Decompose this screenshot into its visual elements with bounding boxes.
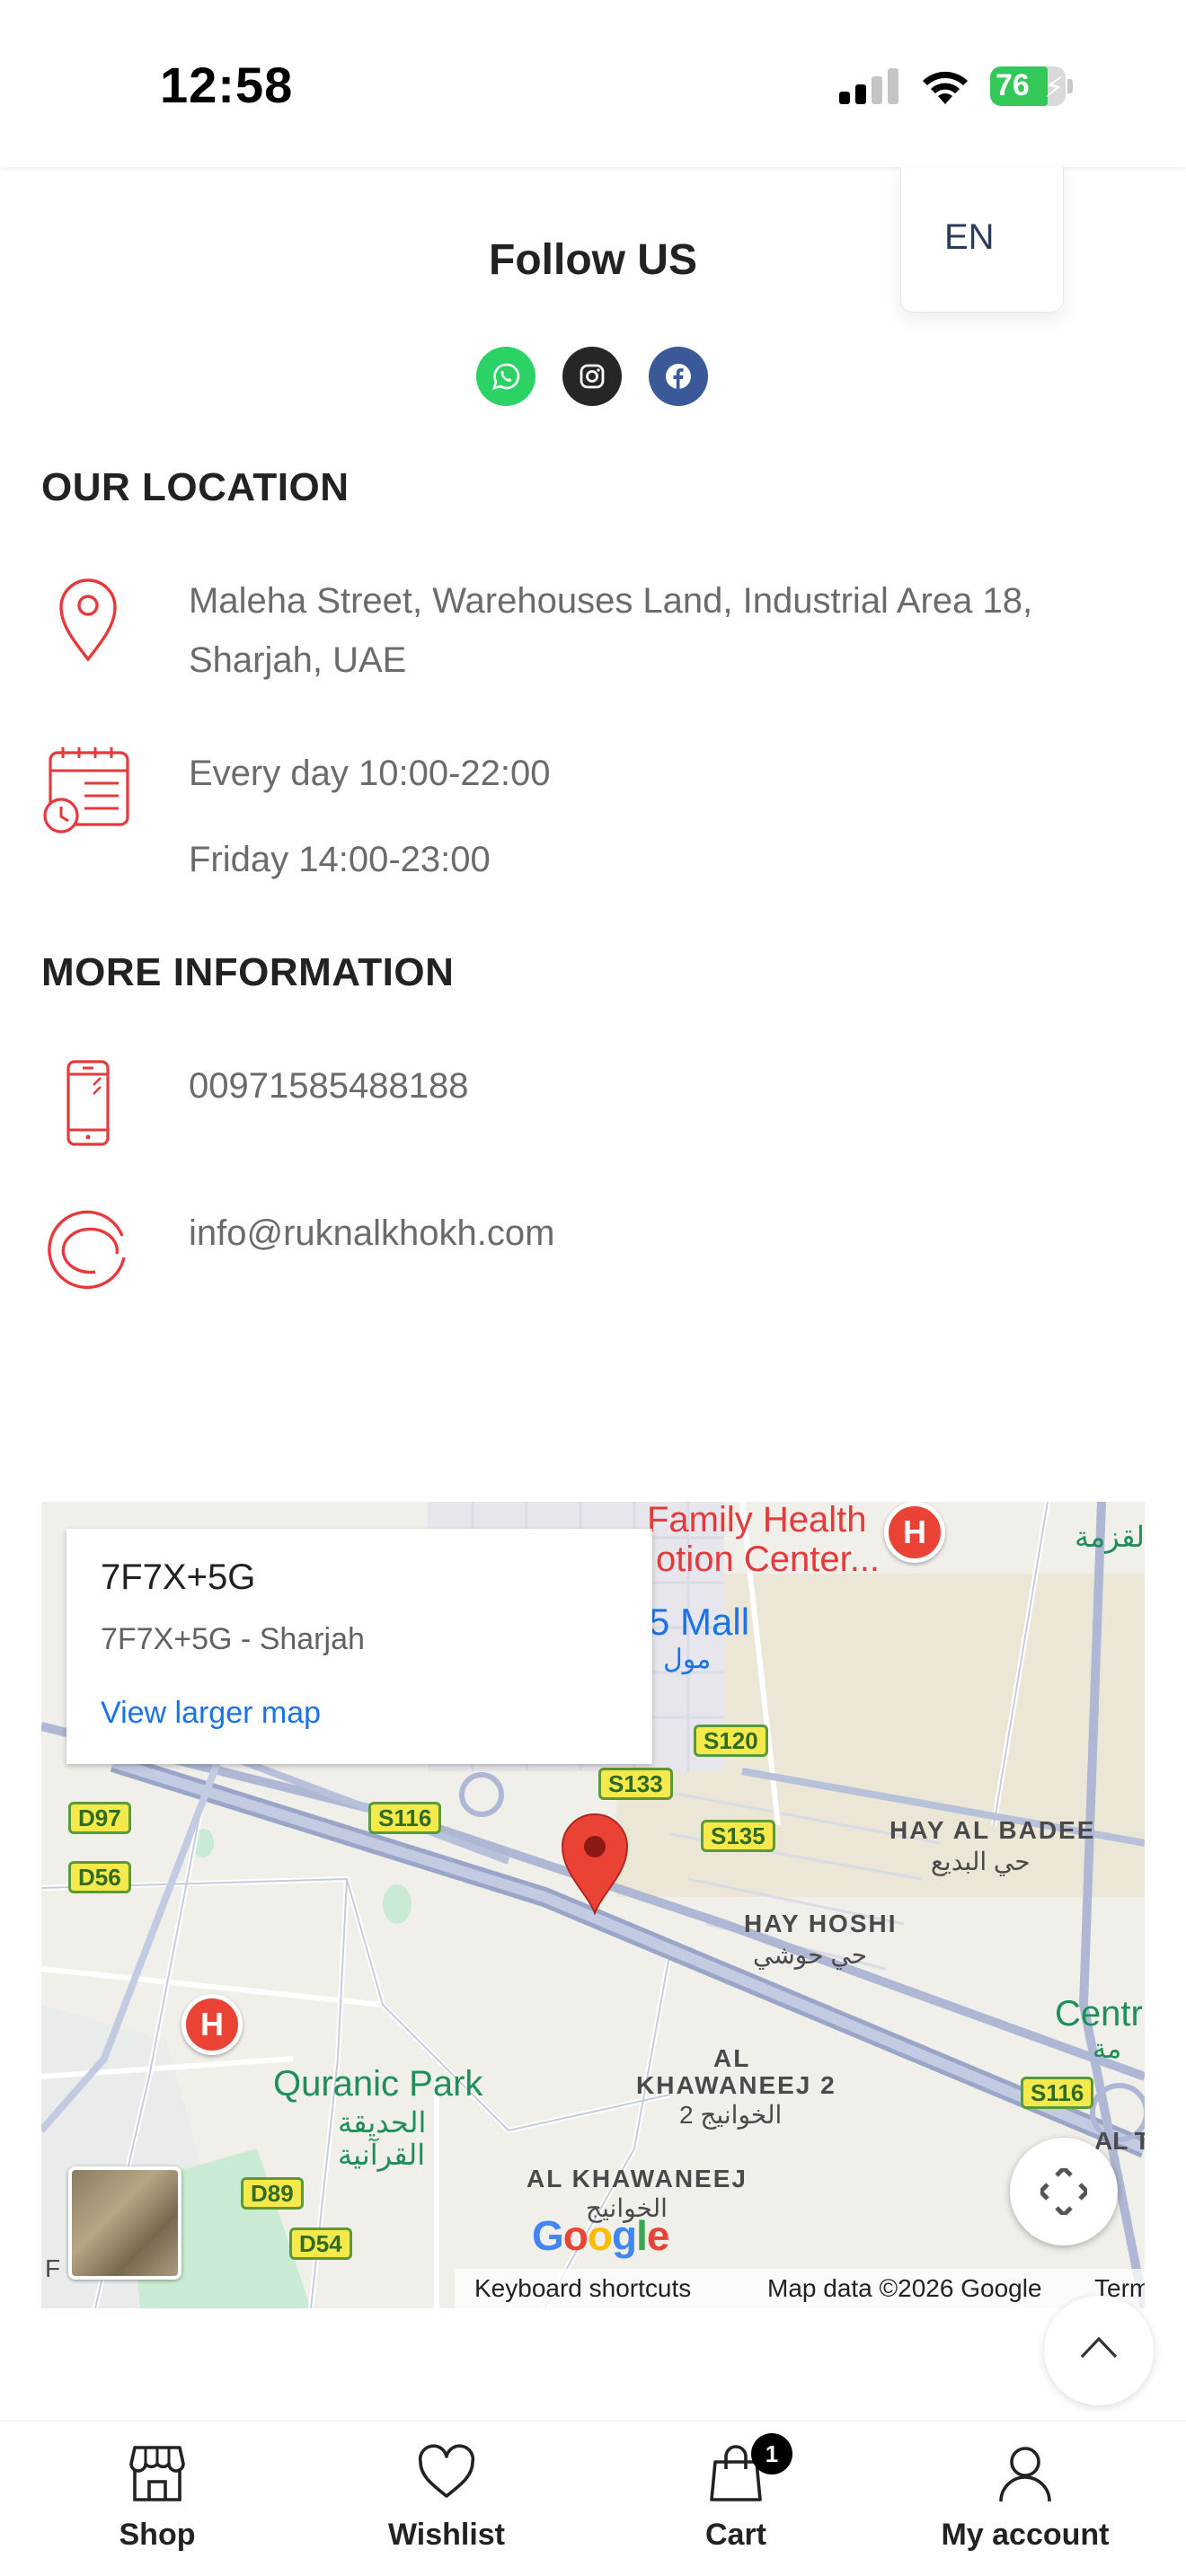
map-card-title: 7F7X+5G — [101, 1557, 256, 1597]
status-bar: 12:58 76 ⚡ — [0, 0, 1186, 167]
status-time: 12:58 — [160, 57, 294, 113]
map-label-centr-ar: مة — [1093, 2034, 1122, 2064]
map-label-family-health-1: Family Health — [647, 1502, 867, 1539]
map-label-quranic-park-ar2: القرآنية — [338, 2139, 426, 2171]
map-label-quranic-park: Quranic Park — [273, 2064, 483, 2104]
google-map[interactable]: Family Health otion Center... H القزمة 5… — [41, 1502, 1145, 2308]
map-footer: Keyboard shortcuts Map data ©2026 Google… — [455, 2269, 1145, 2308]
cellular-signal-icon — [839, 68, 898, 104]
route-shield: D97 — [68, 1802, 131, 1834]
opening-hours-daily: Every day 10:00-22:00 — [189, 754, 551, 793]
map-label-mall-ar: مول — [663, 1645, 712, 1674]
map-label-hay-hoshi: HAY HOSHI — [744, 1910, 898, 1937]
calendar-clock-icon — [43, 747, 129, 834]
google-logo: Google — [532, 2212, 669, 2259]
map-label-al-khawaneej-2-ar: الخوانيج 2 — [679, 2101, 783, 2129]
nav-my-account-label: My account — [941, 2518, 1110, 2552]
nav-cart-label: Cart — [704, 2518, 767, 2552]
language-label: EN — [944, 217, 995, 257]
route-shield: S116 — [368, 1802, 442, 1834]
map-label-hay-hoshi-ar: حي حوشي — [753, 1941, 867, 1969]
map-label-hay-al-badee-ar: حي البديع — [931, 1848, 1031, 1875]
phone-number[interactable]: 00971585488188 — [189, 1056, 468, 1116]
wifi-icon — [923, 71, 968, 104]
map-label-al-khawaneej: AL KHAWANEEJ — [527, 2165, 748, 2192]
instagram-button[interactable] — [562, 347, 622, 406]
scroll-to-top-button[interactable] — [1044, 2296, 1154, 2405]
map-label-mall: 5 Mall — [649, 1601, 750, 1643]
nav-my-account[interactable]: My account — [877, 2421, 1173, 2576]
map-label-al-khawaneej-2-b: KHAWANEEJ 2 — [636, 2071, 836, 2099]
facebook-button[interactable] — [649, 347, 708, 406]
satellite-toggle[interactable] — [68, 2166, 181, 2280]
fullscreen-button[interactable] — [1010, 2138, 1118, 2245]
battery-percent: 76 — [996, 68, 1030, 102]
route-shield: D54 — [289, 2228, 352, 2260]
map-label-edge-f: F — [45, 2254, 61, 2282]
route-shield: S133 — [598, 1768, 673, 1800]
route-shield: S116 — [1021, 2077, 1094, 2109]
map-card-subtitle: 7F7X+5G - Sharjah — [101, 1622, 365, 1656]
map-label-al-t: AL T — [1094, 2127, 1145, 2155]
route-shield: S135 — [701, 1820, 775, 1852]
email-address[interactable]: info@ruknalkhokh.com — [189, 1204, 554, 1263]
phone-icon — [66, 1060, 110, 1146]
map-label-centr: Centr — [1055, 1994, 1143, 2033]
bottom-navigation: Shop Wishlist 1 Cart My account — [0, 2420, 1186, 2576]
whatsapp-button[interactable] — [476, 347, 535, 406]
nav-cart[interactable]: 1 Cart — [588, 2421, 884, 2576]
hospital-marker-icon[interactable]: H — [181, 1994, 243, 2055]
fullscreen-icon — [1040, 2168, 1087, 2215]
facebook-icon — [666, 364, 691, 389]
more-information-title: MORE INFORMATION — [41, 950, 455, 994]
our-location-title: OUR LOCATION — [41, 465, 350, 509]
location-marker-icon[interactable] — [557, 1811, 633, 1915]
map-info-card: 7F7X+5G 7F7X+5G - Sharjah View larger ma… — [66, 1529, 652, 1764]
opening-hours-friday: Friday 14:00-23:00 — [189, 840, 491, 879]
route-shield: S120 — [694, 1725, 768, 1757]
nav-wishlist[interactable]: Wishlist — [298, 2421, 595, 2576]
at-sign-icon — [48, 1210, 126, 1290]
shop-icon — [129, 2446, 185, 2501]
battery-icon: 76 ⚡ — [990, 66, 1073, 106]
nav-wishlist-label: Wishlist — [387, 2518, 506, 2552]
hospital-marker-icon[interactable]: H — [884, 1502, 945, 1563]
map-label-alqazma: القزمة — [1075, 1521, 1145, 1553]
location-pin-icon — [59, 578, 117, 662]
route-shield: D56 — [68, 1861, 131, 1893]
address-line-1: Maleha Street, Warehouses Land, Industri… — [189, 581, 1033, 621]
map-label-hay-al-badee: HAY AL BADEE — [890, 1816, 1096, 1844]
address-line-2: Sharjah, UAE — [189, 640, 407, 680]
instagram-icon — [580, 364, 605, 389]
route-shield: D89 — [241, 2177, 304, 2210]
map-data-attribution: Map data ©2026 Google — [767, 2274, 1042, 2302]
nav-shop-label: Shop — [119, 2518, 196, 2552]
heart-icon — [418, 2444, 475, 2498]
map-label-family-health-2: otion Center... — [656, 1539, 881, 1579]
language-selector[interactable]: EN — [900, 167, 1064, 313]
nav-shop[interactable]: Shop — [9, 2421, 305, 2576]
map-label-al-khawaneej-2-a: AL — [713, 2044, 751, 2072]
whatsapp-icon — [492, 363, 520, 390]
view-larger-map-link[interactable]: View larger map — [101, 1696, 321, 1731]
user-icon — [999, 2447, 1051, 2502]
chevron-up-icon — [1080, 2336, 1118, 2359]
keyboard-shortcuts-link[interactable]: Keyboard shortcuts — [474, 2274, 691, 2303]
cart-count-badge: 1 — [751, 2433, 792, 2475]
map-label-quranic-park-ar1: الحديقة — [338, 2106, 427, 2139]
